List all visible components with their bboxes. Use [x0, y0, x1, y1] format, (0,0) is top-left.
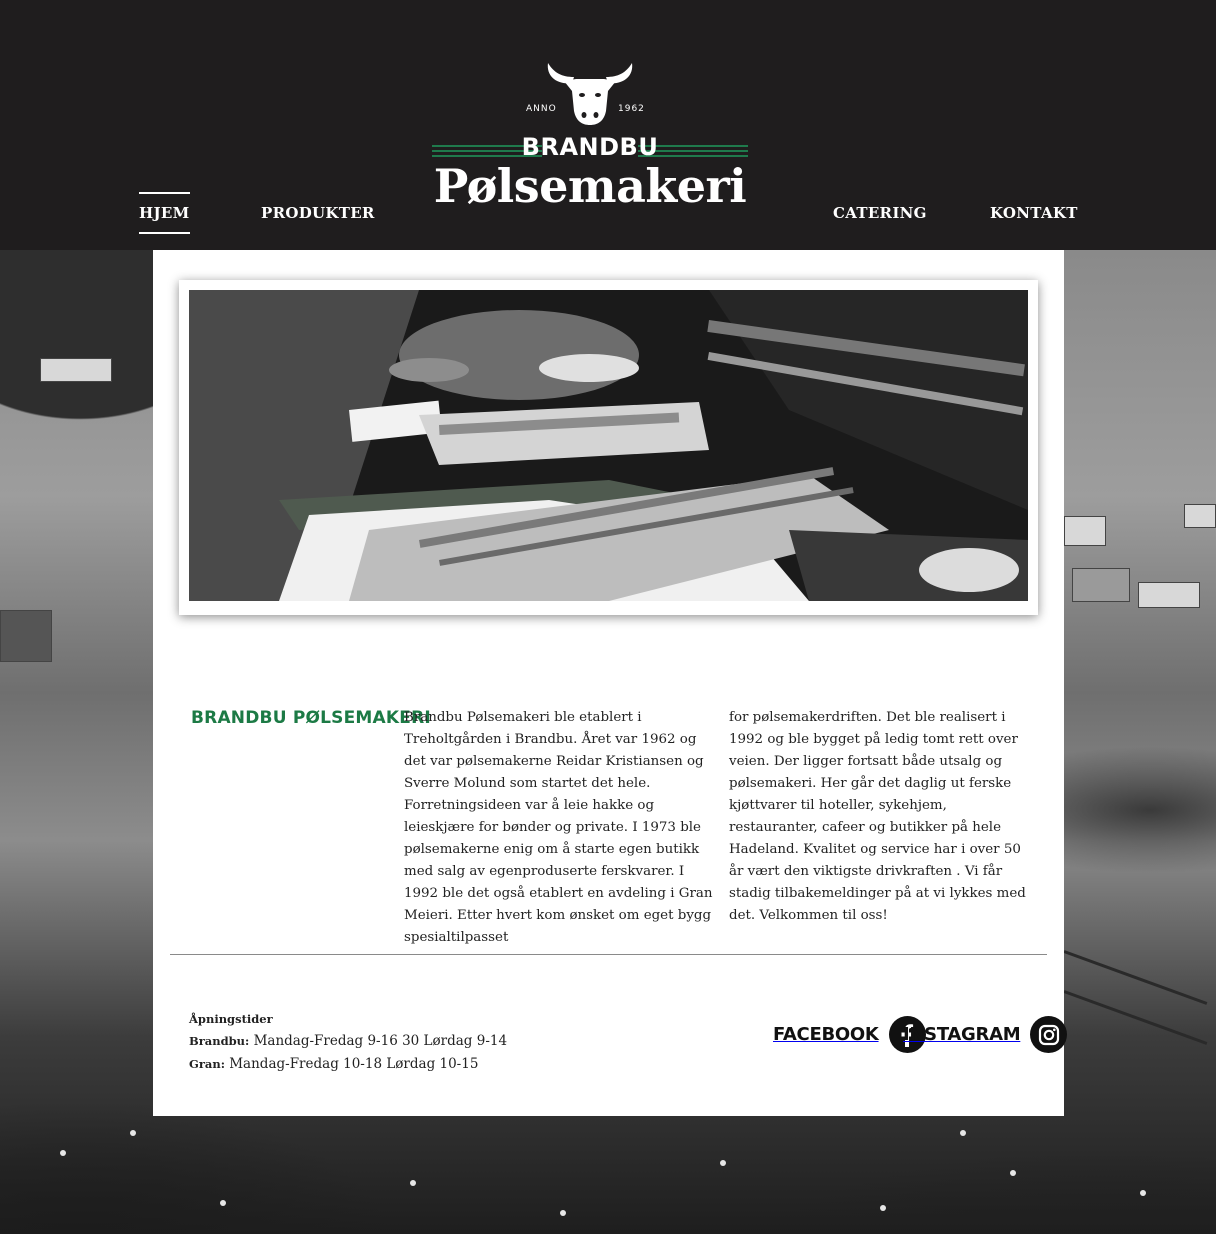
- background-house: [1064, 516, 1106, 546]
- meat-counter-photo: [189, 290, 1028, 601]
- background-flower: [560, 1210, 566, 1216]
- background-rail: [1063, 990, 1208, 1045]
- background-house: [1138, 582, 1200, 608]
- instagram-label: INSTAGRAM: [903, 1024, 1021, 1045]
- opening-hours: Åpningstider Brandbu: Mandag-Fredag 9-16…: [189, 1008, 507, 1076]
- opening-hours-row: Gran: Mandag-Fredag 10-18 Lørdag 10-15: [189, 1053, 507, 1076]
- background-flower: [1010, 1170, 1016, 1176]
- nav-link-produkter[interactable]: PRODUKTER: [261, 204, 375, 222]
- background-flower: [130, 1130, 136, 1136]
- logo-anno: ANNO: [526, 104, 557, 114]
- background-flower: [720, 1160, 726, 1166]
- logo-brand-script: Pølsemakeri: [433, 159, 747, 213]
- nav-link-hjem[interactable]: HJEM: [139, 192, 190, 234]
- background-house: [0, 610, 52, 662]
- section-title: BRANDBU PØLSEMAKERI: [191, 708, 431, 728]
- hero-image-frame: [179, 280, 1038, 615]
- instagram-icon: [1030, 1016, 1068, 1053]
- background-flower: [410, 1180, 416, 1186]
- site-header: HJEM PRODUKTER CATERING KONTAKT ANNO 196…: [0, 0, 1216, 250]
- bull-head-icon: [547, 63, 633, 125]
- nav-link-catering[interactable]: CATERING: [833, 204, 927, 222]
- about-text-column-1: Brandbu Pølsemakeri ble etablert i Treho…: [404, 710, 713, 945]
- content-panel: BRANDBU PØLSEMAKERI Brandbu Pølsemakeri …: [153, 250, 1068, 1116]
- background-flower: [220, 1200, 226, 1206]
- nav-link-kontakt[interactable]: KONTAKT: [990, 204, 1078, 222]
- background-house: [1072, 568, 1130, 602]
- opening-hours-row: Brandbu: Mandag-Fredag 9-16 30 Lørdag 9-…: [189, 1030, 507, 1053]
- divider: [170, 954, 1047, 955]
- background-flower: [960, 1130, 966, 1136]
- facebook-label: FACEBOOK: [773, 1024, 879, 1045]
- logo-year: 1962: [618, 104, 645, 114]
- background-flower: [60, 1150, 66, 1156]
- opening-hours-title: Åpningstider: [189, 1012, 273, 1026]
- opening-hours-times: Mandag-Fredag 9-16 30 Lørdag 9-14: [253, 1033, 508, 1049]
- background-house: [1184, 504, 1216, 528]
- meat-counter-illustration: [189, 290, 1028, 601]
- site-logo[interactable]: ANNO 1962 BRANDBU Pølsemakeri: [430, 55, 750, 225]
- about-text-column-2: for pølsemakerdriften. Det ble realisert…: [729, 710, 1026, 923]
- opening-hours-place: Brandbu:: [189, 1034, 250, 1048]
- instagram-link[interactable]: INSTAGRAM: [903, 1016, 1068, 1053]
- background-flower: [880, 1205, 886, 1211]
- opening-hours-times: Mandag-Fredag 10-18 Lørdag 10-15: [229, 1056, 479, 1072]
- background-flower: [1140, 1190, 1146, 1196]
- background-house: [40, 358, 112, 382]
- logo-brand-top: BRANDBU: [521, 133, 659, 161]
- opening-hours-place: Gran:: [189, 1057, 225, 1071]
